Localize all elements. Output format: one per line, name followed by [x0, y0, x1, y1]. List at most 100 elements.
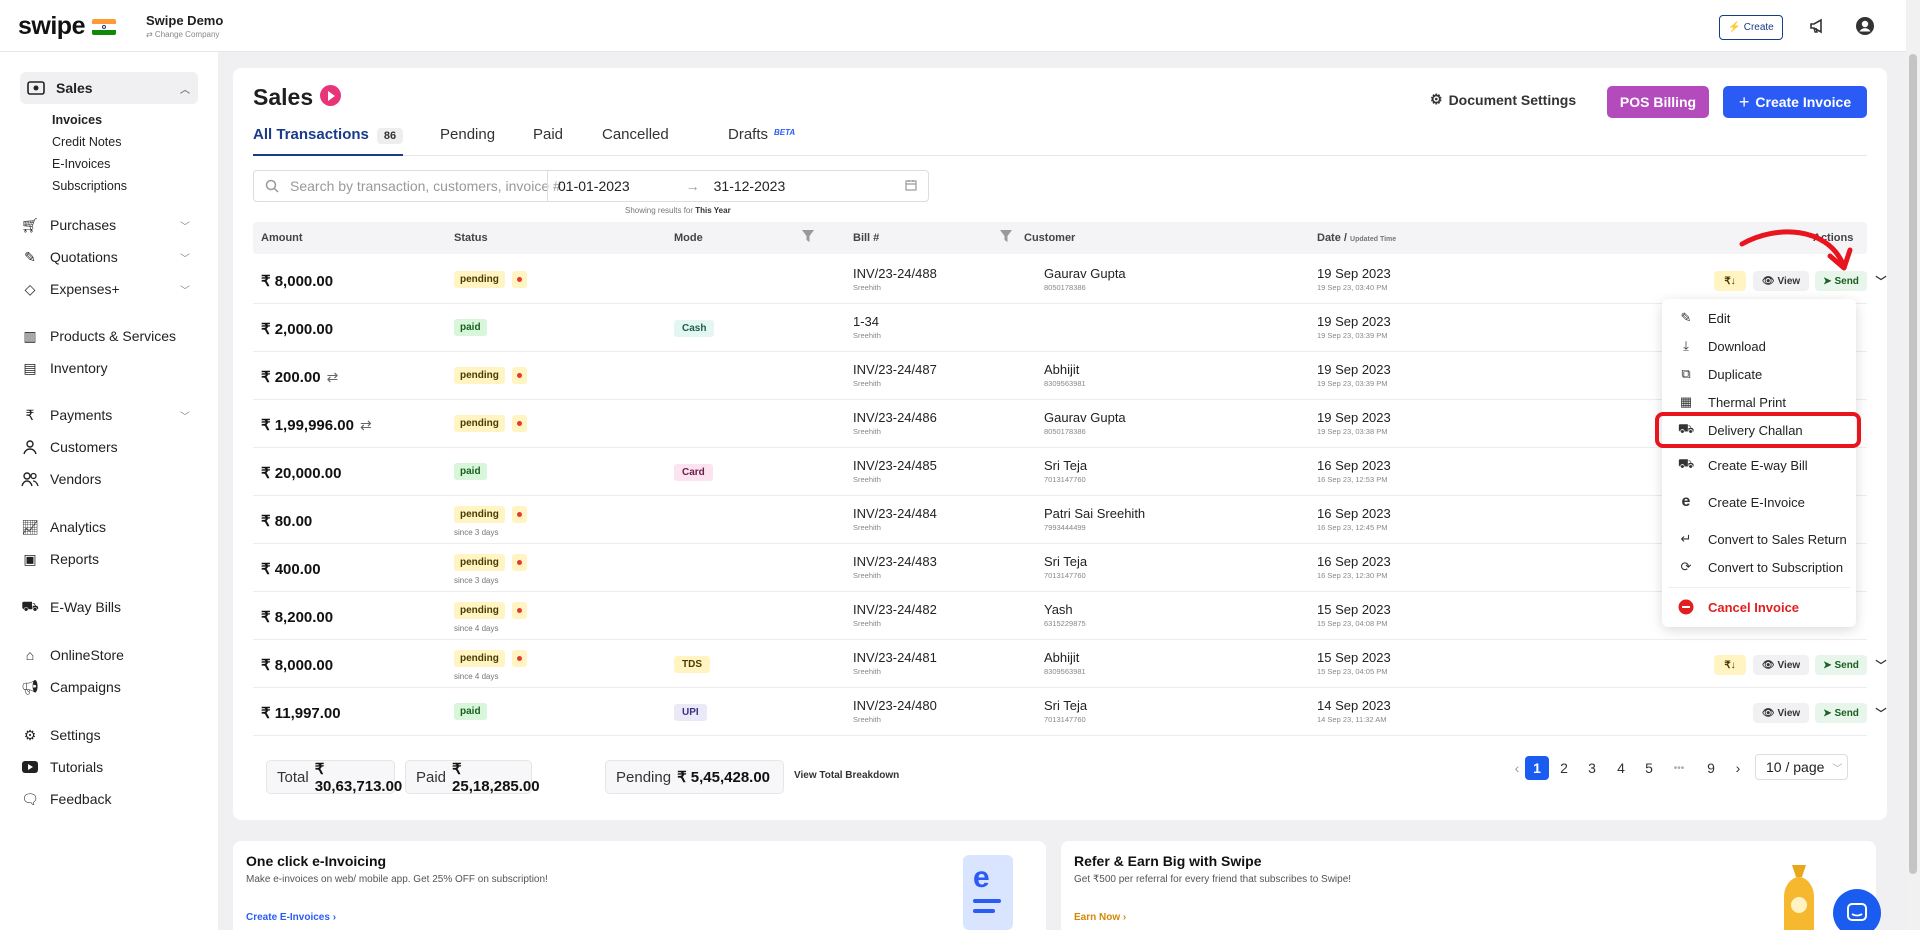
filter-icon[interactable]	[999, 229, 1013, 246]
customer[interactable]: Abhijit 8309563981	[1044, 650, 1086, 676]
more-actions-chevron-icon[interactable]: ﹀	[1870, 655, 1892, 675]
bill-number[interactable]: INV/23-24/483 Sreehith	[853, 554, 937, 580]
view-button[interactable]: 👁︎ View	[1753, 271, 1809, 291]
page-1[interactable]: 1	[1525, 756, 1549, 780]
user-avatar-icon[interactable]	[1855, 16, 1875, 36]
record-payment-button[interactable]: ₹↓	[1714, 655, 1746, 675]
view-button[interactable]: 👁︎ View	[1753, 655, 1809, 675]
page-2[interactable]: 2	[1553, 756, 1575, 780]
quick-create-button[interactable]: ⚡ Create	[1719, 15, 1783, 40]
customer[interactable]: Gaurav Gupta 8050178386	[1044, 266, 1126, 292]
page-9[interactable]: 9	[1700, 756, 1722, 780]
menu-item-download[interactable]: ⤓ Download	[1676, 335, 1766, 357]
menu-item-convert-sales-return[interactable]: ↵ Convert to Sales Return	[1676, 528, 1847, 550]
sidebar-item-eway-bills[interactable]: ⛟ E-Way Bills	[20, 593, 198, 621]
more-actions-chevron-icon[interactable]: ﹀	[1870, 703, 1892, 723]
sidebar-sub-invoices[interactable]: Invoices	[52, 113, 102, 127]
table-row[interactable]: ₹ 2,000.00 paid Cash 1-34 Sreehith 19 Sep 202…	[253, 304, 1867, 352]
sidebar-item-purchases[interactable]: 🛒︎ Purchases ﹀	[20, 211, 198, 239]
menu-item-edit[interactable]: ✎ Edit	[1676, 307, 1731, 329]
sidebar-sub-subscriptions[interactable]: Subscriptions	[52, 179, 127, 193]
page-size-select[interactable]: 10 / page ﹀	[1755, 754, 1848, 780]
sidebar-item-sales[interactable]: Sales ︿	[20, 72, 198, 104]
more-actions-chevron-icon[interactable]: ﹀	[1870, 271, 1892, 291]
page-3[interactable]: 3	[1581, 756, 1603, 780]
sidebar-sub-credit-notes[interactable]: Credit Notes	[52, 135, 121, 149]
table-row[interactable]: ₹ 8,000.00 pending since 4 days TDS INV/23-2…	[253, 640, 1887, 688]
bill-number[interactable]: INV/23-24/488 Sreehith	[853, 266, 937, 292]
document-settings-button[interactable]: ⚙ Document Settings	[1430, 91, 1576, 108]
next-page-icon[interactable]: ›	[1727, 756, 1749, 780]
change-company-link[interactable]: ⇄ Change Company	[146, 30, 223, 39]
page-scrollbar[interactable]	[1906, 0, 1920, 930]
menu-item-duplicate[interactable]: ⧉ Duplicate	[1676, 363, 1762, 385]
bill-number[interactable]: INV/23-24/484 Sreehith	[853, 506, 937, 532]
customer[interactable]: Sri Teja 7013147760	[1044, 554, 1087, 580]
table-row[interactable]: ₹ 20,000.00 paid Card INV/23-24/485 Sreehith…	[253, 448, 1867, 496]
customer[interactable]: Yash 6315229875	[1044, 602, 1086, 628]
sidebar-item-reports[interactable]: ▣ Reports	[20, 545, 198, 573]
sidebar-item-feedback[interactable]: 🗨︎ Feedback	[20, 785, 198, 813]
sidebar-item-inventory[interactable]: ▤ Inventory	[20, 354, 198, 382]
tab-drafts[interactable]: Drafts BETA	[728, 126, 795, 156]
tab-pending[interactable]: Pending	[440, 126, 495, 156]
create-einvoices-link[interactable]: Create E-Invoices ›	[246, 912, 336, 923]
record-payment-button[interactable]: ₹↓	[1714, 271, 1746, 291]
page-5[interactable]: 5	[1638, 756, 1660, 780]
sidebar-item-tutorials[interactable]: Tutorials	[20, 753, 198, 781]
table-row[interactable]: ₹ 1,99,996.00 ⇄ pending INV/23-24/486 Sreehi…	[253, 400, 1867, 448]
sidebar-item-customers[interactable]: Customers	[20, 433, 198, 461]
page-ellipsis[interactable]: •••	[1668, 756, 1690, 780]
tab-cancelled[interactable]: Cancelled	[602, 126, 669, 156]
menu-item-cancel-invoice[interactable]: Cancel Invoice	[1676, 596, 1799, 618]
pos-billing-button[interactable]: POS Billing	[1607, 86, 1709, 118]
page-4[interactable]: 4	[1610, 756, 1632, 780]
sidebar-item-vendors[interactable]: Vendors	[20, 465, 198, 493]
bill-number[interactable]: 1-34 Sreehith	[853, 314, 881, 340]
bill-number[interactable]: INV/23-24/481 Sreehith	[853, 650, 937, 676]
sidebar-item-payments[interactable]: ₹ Payments ﹀	[20, 401, 198, 429]
customer[interactable]: Abhijit 8309563981	[1044, 362, 1086, 388]
table-row[interactable]: ₹ 80.00 pending since 3 days INV/23-24/484 S…	[253, 496, 1867, 544]
sidebar-item-onlinestore[interactable]: ⌂ OnlineStore	[20, 641, 198, 669]
sidebar-item-expenses[interactable]: ◇ Expenses+ ﹀	[20, 275, 198, 303]
bill-number[interactable]: INV/23-24/482 Sreehith	[853, 602, 937, 628]
create-invoice-button[interactable]: + Create Invoice	[1723, 86, 1867, 118]
menu-item-create-eway-bill[interactable]: ⛟ Create E-way Bill	[1676, 454, 1808, 476]
menu-item-create-einvoice[interactable]: e Create E-Invoice	[1676, 491, 1805, 513]
earn-now-link[interactable]: Earn Now ›	[1074, 912, 1126, 923]
table-row[interactable]: ₹ 8,000.00 pending INV/23-24/488 Sreehith Ga…	[253, 256, 1887, 304]
send-button[interactable]: ➤ Send	[1815, 655, 1867, 675]
table-row[interactable]: ₹ 8,200.00 pending since 4 days INV/23-24/4…	[253, 592, 1867, 640]
bill-number[interactable]: INV/23-24/487 Sreehith	[853, 362, 937, 388]
view-total-breakdown-link[interactable]: View Total Breakdown	[794, 770, 899, 781]
play-video-icon[interactable]	[320, 85, 341, 106]
tab-paid[interactable]: Paid	[533, 126, 563, 156]
customer[interactable]: Sri Teja 7013147760	[1044, 458, 1087, 484]
customer[interactable]: Patri Sai Sreehith 7993444499	[1044, 506, 1145, 532]
date-from[interactable]: 01-01-2023	[558, 178, 630, 194]
table-row[interactable]: ₹ 400.00 pending since 3 days INV/23-24/483…	[253, 544, 1867, 592]
sidebar-item-campaigns[interactable]: 📢︎ Campaigns	[20, 673, 198, 701]
megaphone-icon[interactable]	[1808, 16, 1828, 36]
menu-item-thermal-print[interactable]: ▦ Thermal Print	[1676, 391, 1786, 413]
sidebar-item-products[interactable]: ▥ Products & Services	[20, 322, 198, 350]
table-row[interactable]: ₹ 11,997.00 paid UPI INV/23-24/480 Sreehith S…	[253, 688, 1887, 736]
sidebar-item-analytics[interactable]: 📈︎ Analytics	[20, 513, 198, 541]
date-to[interactable]: 31-12-2023	[714, 178, 786, 194]
send-button[interactable]: ➤ Send	[1815, 271, 1867, 291]
customer[interactable]: Gaurav Gupta 8050178386	[1044, 410, 1126, 436]
send-button[interactable]: ➤ Send	[1815, 703, 1867, 723]
tab-all-transactions[interactable]: All Transactions 86	[253, 126, 404, 156]
table-row[interactable]: ₹ 200.00 ⇄ pending INV/23-24/487 Sreehith Abh…	[253, 352, 1867, 400]
chat-support-button[interactable]	[1833, 889, 1881, 930]
date-range-picker[interactable]: 01-01-2023 → 31-12-2023	[547, 171, 929, 201]
scrollbar-thumb[interactable]	[1909, 54, 1917, 874]
sidebar-sub-e-invoices[interactable]: E-Invoices	[52, 157, 110, 171]
sidebar-item-quotations[interactable]: ✎ Quotations ﹀	[20, 243, 198, 271]
bill-number[interactable]: INV/23-24/485 Sreehith	[853, 458, 937, 484]
company-switcher[interactable]: Swipe Demo ⇄ Change Company	[146, 13, 223, 39]
filter-icon[interactable]	[801, 229, 815, 246]
bill-number[interactable]: INV/23-24/480 Sreehith	[853, 698, 937, 724]
sidebar-item-settings[interactable]: ⚙ Settings	[20, 721, 198, 749]
